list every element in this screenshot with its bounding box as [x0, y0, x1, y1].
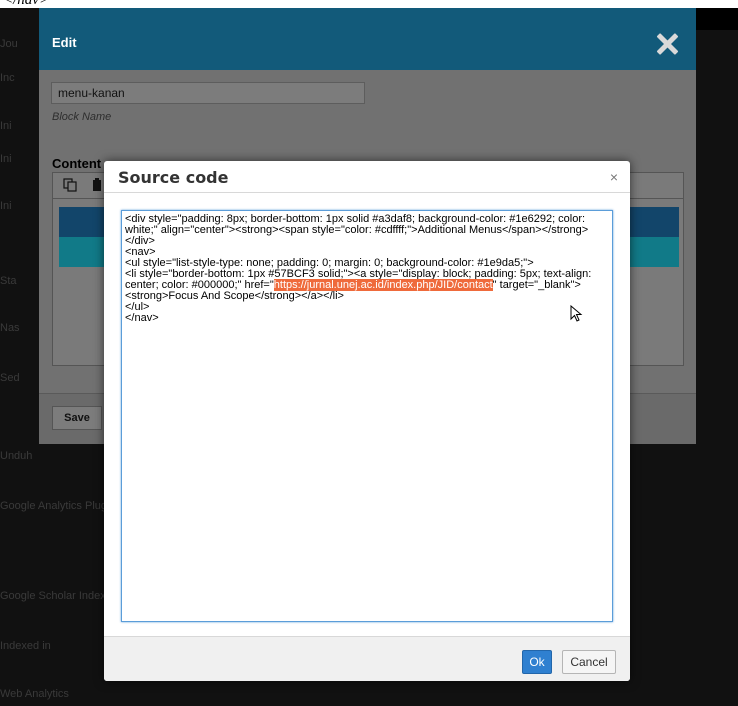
background-item: Google Analytics Plugin	[0, 500, 116, 512]
source-code-dialog: Source code × <div style="padding: 8px; …	[104, 161, 630, 681]
background-item: Nas	[0, 322, 20, 334]
content-label: Content	[52, 156, 102, 171]
background-item: Ini	[0, 120, 12, 132]
block-name-label: Block Name	[52, 111, 112, 123]
background-item: Sta	[0, 275, 17, 287]
copy-icon[interactable]	[63, 178, 77, 192]
paste-icon[interactable]	[91, 178, 105, 192]
edit-modal-header: Edit	[39, 8, 696, 70]
edit-modal-title: Edit	[52, 35, 77, 50]
background-item: Unduh	[0, 450, 33, 462]
ok-button[interactable]: Ok	[522, 650, 552, 674]
background-item: Google Scholar Indexing	[0, 590, 121, 602]
background-item: Web Analytics	[0, 688, 69, 700]
source-code-title: Source code	[118, 168, 229, 187]
cancel-button[interactable]: Cancel	[562, 650, 616, 674]
source-code-footer: Ok Cancel	[104, 636, 630, 681]
mouse-cursor-icon	[570, 304, 584, 323]
close-icon[interactable]: ×	[610, 169, 618, 185]
background-right-bar	[696, 8, 738, 30]
background-item: Inc	[0, 72, 15, 84]
block-name-input[interactable]: menu-kanan	[51, 82, 365, 104]
source-code-textarea[interactable]: <div style="padding: 8px; border-bottom:…	[121, 210, 613, 622]
background-item: Indexed in	[0, 640, 51, 652]
background-item: Ini	[0, 153, 12, 165]
background-item: Sed	[0, 372, 20, 384]
save-button[interactable]: Save	[52, 406, 102, 430]
background-item: Ini	[0, 200, 12, 212]
source-code-header: Source code ×	[104, 161, 630, 193]
background-item: Jou	[0, 38, 18, 50]
top-strip: </nav>	[0, 0, 738, 8]
close-icon[interactable]	[656, 33, 678, 55]
